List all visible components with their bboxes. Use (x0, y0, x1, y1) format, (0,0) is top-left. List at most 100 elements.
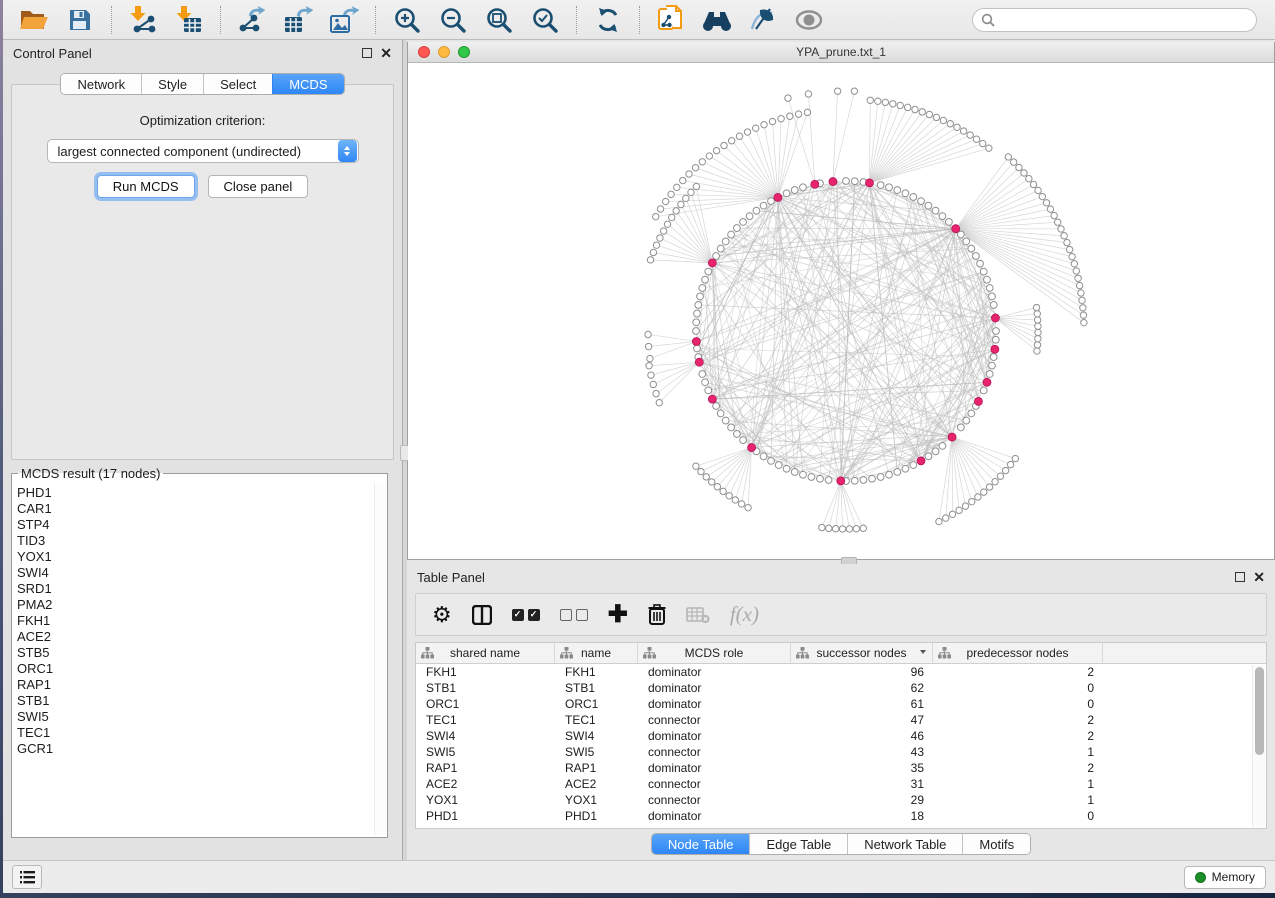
table-cell: 62 (791, 680, 933, 696)
scrollbar-thumb[interactable] (1255, 667, 1264, 755)
optimization-criterion-select[interactable]: largest connected component (undirected) (47, 139, 359, 163)
tab-network[interactable]: Network (61, 74, 141, 94)
table-cell: 96 (791, 664, 933, 680)
result-list-scrollbar[interactable] (374, 483, 386, 835)
create-column-icon[interactable]: ✚ (608, 600, 628, 630)
float-panel-icon[interactable] (362, 48, 372, 58)
deselect-all-rows-icon[interactable] (560, 600, 588, 630)
network-window-titlebar[interactable]: YPA_prune.txt_1 (408, 42, 1274, 63)
run-mcds-button[interactable]: Run MCDS (97, 175, 195, 198)
table-row[interactable]: ORC1ORC1dominator610 (416, 696, 1266, 712)
table-row[interactable]: SWI5SWI5connector431 (416, 744, 1266, 760)
main-toolbar (3, 0, 1275, 40)
tab-node-table[interactable]: Node Table (652, 834, 750, 854)
column-header-MCDS-role[interactable]: MCDS role (638, 643, 791, 663)
table-cell: 46 (791, 728, 933, 744)
zoom-out-icon[interactable] (432, 3, 474, 37)
export-table-icon[interactable] (277, 3, 319, 37)
show-column-panel-icon[interactable] (472, 600, 492, 630)
tab-select[interactable]: Select (203, 74, 272, 94)
table-row[interactable]: STB1STB1dominator620 (416, 680, 1266, 696)
table-row[interactable]: ACE2ACE2connector311 (416, 776, 1266, 792)
mcds-result-list[interactable]: PHD1CAR1STP4TID3YOX1SWI4SRD1PMA2FKH1ACE2… (14, 483, 373, 835)
search-network-icon[interactable] (696, 3, 738, 37)
apply-preferred-layout-icon[interactable] (587, 3, 629, 37)
result-node-item[interactable]: TEC1 (17, 725, 373, 741)
zoom-fit-icon[interactable] (478, 3, 520, 37)
float-panel-icon[interactable] (1235, 572, 1245, 582)
table-cell: RAP1 (416, 760, 555, 776)
result-node-item[interactable]: ACE2 (17, 629, 373, 645)
import-network-icon[interactable] (122, 3, 164, 37)
network-canvas[interactable] (408, 63, 1274, 559)
result-node-item[interactable]: ORC1 (17, 661, 373, 677)
table-row[interactable]: TEC1TEC1connector472 (416, 712, 1266, 728)
table-row[interactable]: RAP1RAP1dominator352 (416, 760, 1266, 776)
tab-network-table[interactable]: Network Table (847, 834, 962, 854)
open-session-icon[interactable] (13, 3, 55, 37)
table-cell: SWI5 (416, 744, 555, 760)
table-row[interactable]: YOX1YOX1connector291 (416, 792, 1266, 808)
table-cell: RAP1 (555, 760, 638, 776)
column-header-name[interactable]: name (555, 643, 638, 663)
table-cell: TEC1 (416, 712, 555, 728)
global-search-field[interactable] (972, 8, 1257, 32)
close-panel-icon[interactable]: ✕ (380, 48, 392, 58)
tab-motifs[interactable]: Motifs (962, 834, 1030, 854)
control-panel-tabs: NetworkStyleSelectMCDS (60, 73, 344, 95)
tab-edge-table[interactable]: Edge Table (749, 834, 847, 854)
table-scrollbar[interactable] (1252, 665, 1265, 827)
result-node-item[interactable]: PMA2 (17, 597, 373, 613)
result-node-item[interactable]: TID3 (17, 533, 373, 549)
network-graph[interactable] (408, 63, 1274, 558)
column-header-shared-name[interactable]: shared name (416, 643, 555, 663)
toolbar-separator (220, 6, 221, 34)
result-node-item[interactable]: YOX1 (17, 549, 373, 565)
task-history-icon[interactable] (12, 865, 42, 889)
tab-mcds[interactable]: MCDS (272, 74, 343, 94)
delete-columns-icon[interactable] (648, 600, 666, 630)
zoom-in-icon[interactable] (386, 3, 428, 37)
table-cell: TEC1 (555, 712, 638, 728)
zoom-selected-icon[interactable] (524, 3, 566, 37)
result-node-item[interactable]: STB1 (17, 693, 373, 709)
table-settings-icon[interactable]: ⚙ (432, 600, 452, 630)
table-cell: 2 (933, 760, 1103, 776)
close-panel-icon[interactable]: ✕ (1253, 572, 1265, 582)
show-graphics-details-icon[interactable] (788, 3, 830, 37)
select-all-rows-icon[interactable] (512, 600, 540, 630)
table-row[interactable]: SWI4SWI4dominator462 (416, 728, 1266, 744)
export-network-icon[interactable] (231, 3, 273, 37)
table-cell: 18 (791, 808, 933, 824)
export-image-icon[interactable] (323, 3, 365, 37)
result-node-item[interactable]: FKH1 (17, 613, 373, 629)
table-row[interactable]: FKH1FKH1dominator962 (416, 664, 1266, 680)
table-cell: STB1 (555, 680, 638, 696)
result-node-item[interactable]: SWI4 (17, 565, 373, 581)
node-table[interactable]: shared namenameMCDS rolesuccessor nodesp… (415, 642, 1267, 829)
search-input[interactable] (1000, 13, 1248, 27)
close-panel-button[interactable]: Close panel (208, 175, 309, 198)
result-node-item[interactable]: SWI5 (17, 709, 373, 725)
table-cell: dominator (638, 760, 791, 776)
result-node-item[interactable]: STB5 (17, 645, 373, 661)
table-cell: 1 (933, 744, 1103, 760)
column-header-predecessor-nodes[interactable]: predecessor nodes (933, 643, 1103, 663)
result-node-item[interactable]: SRD1 (17, 581, 373, 597)
clone-network-icon[interactable] (650, 3, 692, 37)
column-header-successor-nodes[interactable]: successor nodes (791, 643, 933, 663)
table-cell: 35 (791, 760, 933, 776)
table-cell: SWI4 (416, 728, 555, 744)
tab-style[interactable]: Style (141, 74, 203, 94)
result-node-item[interactable]: PHD1 (17, 485, 373, 501)
result-node-item[interactable]: RAP1 (17, 677, 373, 693)
result-node-item[interactable]: STP4 (17, 517, 373, 533)
table-row[interactable]: PHD1PHD1dominator180 (416, 808, 1266, 824)
save-session-icon[interactable] (59, 3, 101, 37)
import-table-icon[interactable] (168, 3, 210, 37)
memory-button[interactable]: Memory (1184, 866, 1266, 889)
result-node-item[interactable]: CAR1 (17, 501, 373, 517)
network-view-window: YPA_prune.txt_1 (407, 42, 1275, 560)
hide-graphics-details-icon[interactable] (742, 3, 784, 37)
result-node-item[interactable]: GCR1 (17, 741, 373, 757)
